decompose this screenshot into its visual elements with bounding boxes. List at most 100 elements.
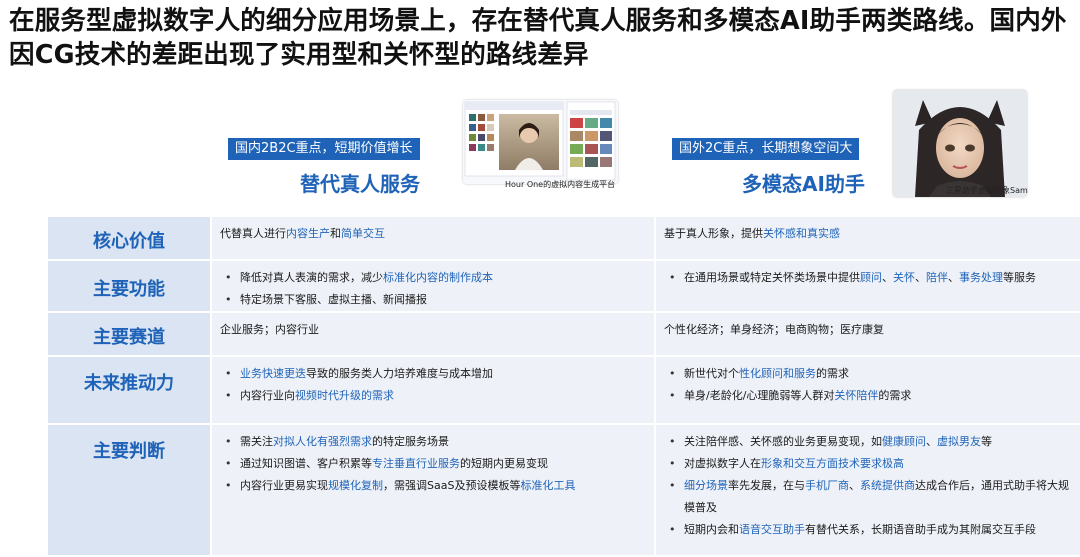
plain-text: 的特定服务场景 <box>372 435 449 448</box>
right-subtitle: 多模态AI助手 <box>742 172 865 196</box>
plain-text: 关注陪伴感、关怀感的业务更易变现，如 <box>684 435 882 448</box>
plain-text: 降低对真人表演的需求，减少 <box>240 271 383 284</box>
left-cell: 需关注对拟人化有强烈需求的特定服务场景通过知识图谱、客户积累等专注垂直行业服务的… <box>210 425 654 555</box>
highlight-text: 顾问 <box>860 271 882 284</box>
plain-text: 短期内会和 <box>684 523 739 536</box>
highlight-text: 规模化复制 <box>328 479 383 492</box>
plain-text: 内容行业向 <box>240 389 295 402</box>
left-cell: 代替真人进行内容生产和简单交互 <box>210 217 654 259</box>
bullet-list: 新世代对个性化顾问和服务的需求单身/老龄化/心理脆弱等人群对关怀陪伴的需求 <box>664 363 1072 407</box>
highlight-text: 形象和交互方面技术要求极高 <box>761 457 904 470</box>
bullet-item: 通过知识图谱、客户积累等专注垂直行业服务的短期内更易变现 <box>220 453 646 475</box>
row-header: 核心价值 <box>48 217 210 259</box>
plain-text: 通过知识图谱、客户积累等 <box>240 457 372 470</box>
left-cell: 降低对真人表演的需求，减少标准化内容的制作成本特定场景下客服、虚拟主播、新闻播报 <box>210 261 654 311</box>
right-badge: 国外2C重点，长期想象空间大 <box>672 138 860 160</box>
plain-text: 、 <box>915 271 926 284</box>
highlight-text: 语音交互助手 <box>739 523 805 536</box>
plain-text: 、 <box>849 479 860 492</box>
highlight-text: 简单交互 <box>341 227 385 240</box>
plain-text: 需关注 <box>240 435 273 448</box>
highlight-text: 标准化内容的制作成本 <box>383 271 493 284</box>
left-subtitle: 替代真人服务 <box>300 172 420 196</box>
table-row: 核心价值 代替真人进行内容生产和简单交互 基于真人形象，提供关怀感和真实感 <box>48 217 1080 261</box>
bullet-item: 内容行业更易实现规模化复制，需强调SaaS及预设模板等标准化工具 <box>220 475 646 497</box>
row-header: 主要功能 <box>48 261 210 311</box>
row-header: 主要判断 <box>48 425 210 555</box>
highlight-text: 虚拟男友 <box>937 435 981 448</box>
platform-screenshot <box>463 100 618 184</box>
right-cell: 个性化经济；单身经济；电商购物；医疗康复 <box>654 313 1080 355</box>
bullet-item: 细分场景率先发展，在与手机厂商、系统提供商达成合作后，通用式助手将大规模普及 <box>664 475 1072 519</box>
left-cell: 企业服务；内容行业 <box>210 313 654 355</box>
highlight-text: 性化顾问和服务 <box>739 367 816 380</box>
highlight-text: 系统提供商 <box>860 479 915 492</box>
bullet-list: 需关注对拟人化有强烈需求的特定服务场景通过知识图谱、客户积累等专注垂直行业服务的… <box>220 431 646 497</box>
highlight-text: 关怀陪伴 <box>834 389 879 402</box>
bullet-item: 降低对真人表演的需求，减少标准化内容的制作成本 <box>220 267 646 289</box>
highlight-text: 视频时代升级的需求 <box>295 389 394 402</box>
bullet-list: 在通用场景或特定关怀类场景中提供顾问、关怀、陪伴、事务处理等服务 <box>664 267 1072 289</box>
bullet-list: 业务快速更迭导致的服务类人力培养难度与成本增加内容行业向视频时代升级的需求 <box>220 363 646 407</box>
table-row: 主要判断需关注对拟人化有强烈需求的特定服务场景通过知识图谱、客户积累等专注垂直行… <box>48 425 1080 557</box>
right-cell: 新世代对个性化顾问和服务的需求单身/老龄化/心理脆弱等人群对关怀陪伴的需求 <box>654 357 1080 423</box>
plain-text: 对虚拟数字人在 <box>684 457 761 470</box>
bullet-item: 特定场景下客服、虚拟主播、新闻播报 <box>220 289 646 311</box>
plain-text: 的需求 <box>878 389 912 402</box>
right-cell: 基于真人形象，提供关怀感和真实感 <box>654 217 1080 259</box>
plain-text: 、 <box>948 271 959 284</box>
plain-text: ，需强调SaaS及预设模板等 <box>383 479 521 492</box>
plain-text: 个性化经济；单身经济；电商购物；医疗康复 <box>664 323 884 336</box>
bullet-item: 关注陪伴感、关怀感的业务更易变现，如健康顾问、虚拟男友等 <box>664 431 1072 453</box>
plain-text: 导致的服务类人力培养难度与成本增加 <box>306 367 493 380</box>
bullet-item: 短期内会和语音交互助手有替代关系，长期语音助手成为其附属交互手段 <box>664 519 1072 541</box>
highlight-text: 陪伴 <box>926 271 948 284</box>
cell-text: 个性化经济；单身经济；电商购物；医疗康复 <box>664 319 1072 341</box>
plain-text: 单身/老龄化/心理脆弱等人群对 <box>684 389 835 402</box>
highlight-text: 细分场景 <box>684 479 728 492</box>
bullet-item: 内容行业向视频时代升级的需求 <box>220 385 646 407</box>
bullet-item: 需关注对拟人化有强烈需求的特定服务场景 <box>220 431 646 453</box>
left-cell: 业务快速更迭导致的服务类人力培养难度与成本增加内容行业向视频时代升级的需求 <box>210 357 654 423</box>
highlight-text: 专注垂直行业服务 <box>372 457 460 470</box>
cell-text: 企业服务；内容行业 <box>220 319 646 341</box>
highlight-text: 手机厂商 <box>805 479 849 492</box>
highlight-text: 标准化工具 <box>520 479 576 492</box>
table-row: 主要赛道 企业服务；内容行业 个性化经济；单身经济；电商购物；医疗康复 <box>48 313 1080 357</box>
bullet-list: 关注陪伴感、关怀感的业务更易变现，如健康顾问、虚拟男友等对虚拟数字人在形象和交互… <box>664 431 1072 541</box>
plain-text: 企业服务；内容行业 <box>220 323 319 336</box>
comparison-table: 核心价值代替真人进行内容生产和简单交互基于真人形象，提供关怀感和真实感主要功能降… <box>48 217 1080 557</box>
plain-text: 的需求 <box>816 367 849 380</box>
plain-text: 、 <box>926 435 937 448</box>
highlight-text: 业务快速更迭 <box>240 367 306 380</box>
right-cell: 在通用场景或特定关怀类场景中提供顾问、关怀、陪伴、事务处理等服务 <box>654 261 1080 311</box>
bullet-item: 对虚拟数字人在形象和交互方面技术要求极高 <box>664 453 1072 475</box>
plain-text: 在通用场景或特定关怀类场景中提供 <box>684 271 860 284</box>
plain-text: 的短期内更易变现 <box>460 457 548 470</box>
page-title: 在服务型虚拟数字人的细分应用场景上，存在替代真人服务和多模态AI助手两类路线。国… <box>9 6 1067 70</box>
avatar-sam-image <box>893 90 1027 197</box>
highlight-text: 关怀 <box>893 271 915 284</box>
highlight-text: 对拟人化有强烈需求 <box>273 435 372 448</box>
bullet-item: 业务快速更迭导致的服务类人力培养难度与成本增加 <box>220 363 646 385</box>
highlight-text: 事务处理 <box>959 271 1003 284</box>
row-header: 主要赛道 <box>48 313 210 355</box>
right-cell: 关注陪伴感、关怀感的业务更易变现，如健康顾问、虚拟男友等对虚拟数字人在形象和交互… <box>654 425 1080 555</box>
cell-text: 代替真人进行内容生产和简单交互 <box>220 223 646 245</box>
plain-text: 等 <box>981 435 992 448</box>
table-row: 未来推动力业务快速更迭导致的服务类人力培养难度与成本增加内容行业向视频时代升级的… <box>48 357 1080 425</box>
row-header: 未来推动力 <box>48 357 210 423</box>
plain-text: 代替真人进行 <box>220 227 286 240</box>
plain-text: 内容行业更易实现 <box>240 479 328 492</box>
plain-text: 有替代关系，长期语音助手成为其附属交互手段 <box>805 523 1036 536</box>
plain-text: 率先发展，在与 <box>728 479 805 492</box>
cell-text: 基于真人形象，提供关怀感和真实感 <box>664 223 1072 245</box>
plain-text: 等服务 <box>1003 271 1036 284</box>
highlight-text: 内容生产 <box>286 227 330 240</box>
plain-text: 基于真人形象，提供 <box>664 227 763 240</box>
highlight-text: 健康顾问 <box>882 435 926 448</box>
plain-text: 和 <box>330 227 341 240</box>
plain-text: 、 <box>882 271 893 284</box>
left-badge: 国内2B2C重点，短期价值增长 <box>228 138 420 160</box>
bullet-item: 新世代对个性化顾问和服务的需求 <box>664 363 1072 385</box>
